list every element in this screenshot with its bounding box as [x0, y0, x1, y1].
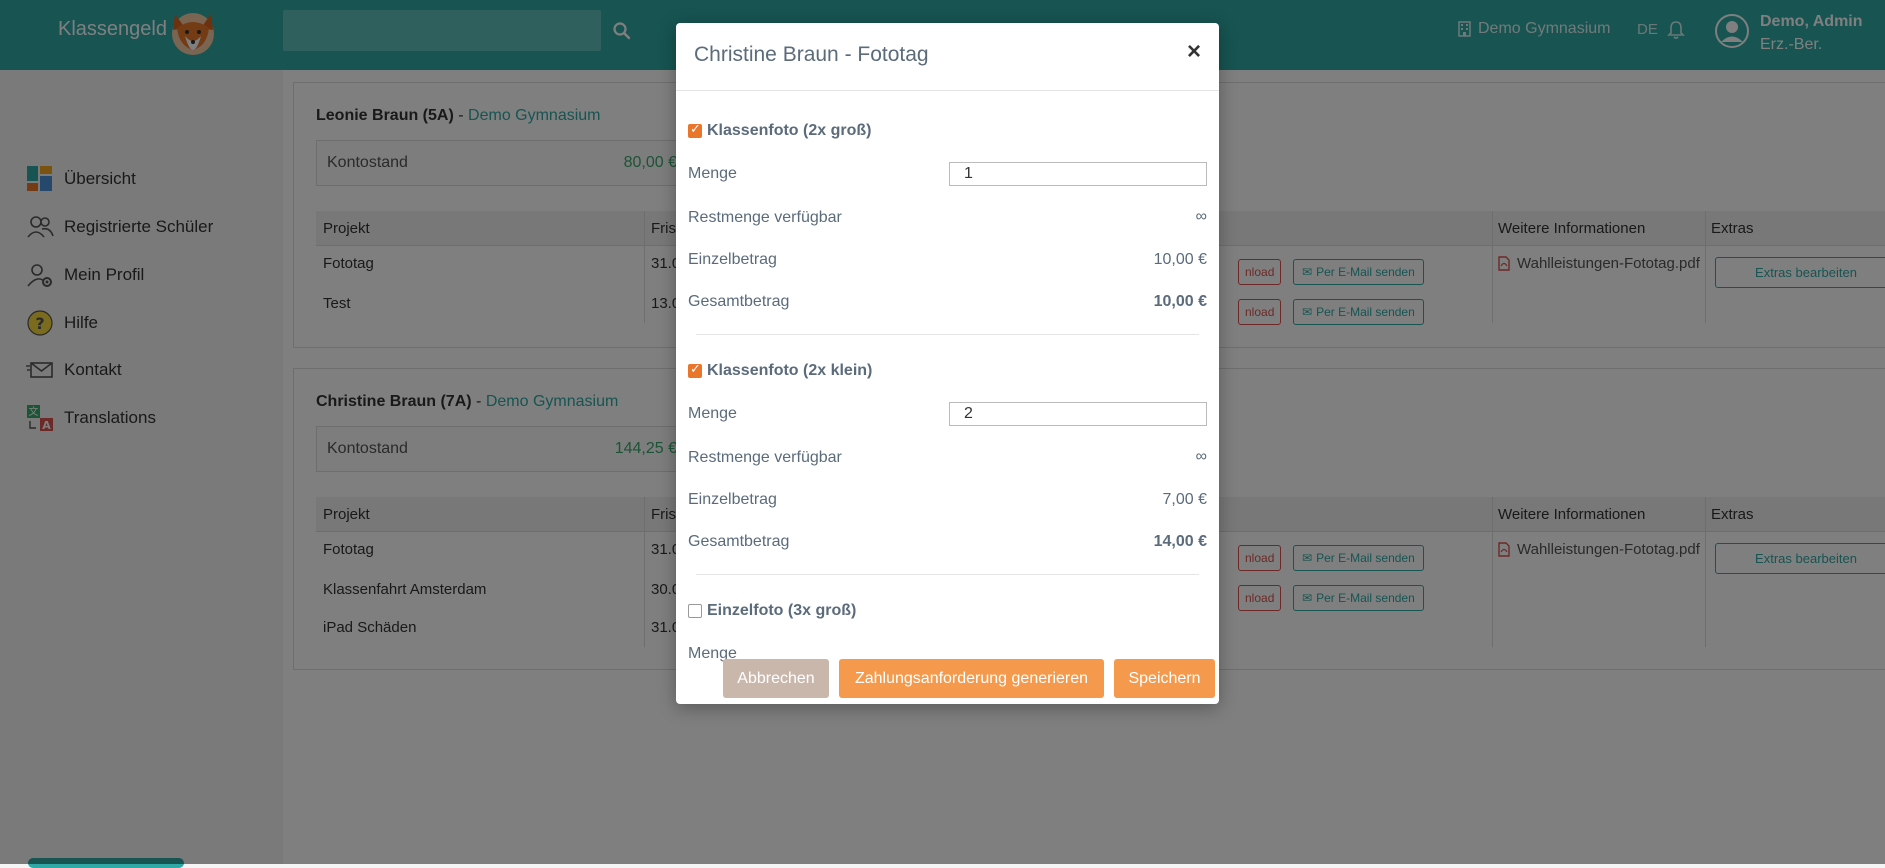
unit-price-value: 7,00 € — [1162, 491, 1207, 508]
save-button[interactable]: Speichern — [1114, 659, 1215, 698]
total-label: Gesamtbetrag — [688, 293, 790, 310]
option-klassenfoto-gross[interactable]: Klassenfoto (2x groß) — [688, 121, 872, 140]
modal-title: Christine Braun - Fototag — [694, 43, 929, 66]
cancel-button[interactable]: Abbrechen — [723, 659, 829, 698]
remaining-value: ∞ — [1195, 448, 1207, 465]
remaining-label: Restmenge verfügbar — [688, 449, 842, 466]
total-value: 14,00 € — [1153, 533, 1207, 550]
remaining-label: Restmenge verfügbar — [688, 209, 842, 226]
quantity-label: Menge — [688, 165, 737, 182]
option-title: Klassenfoto (2x klein) — [707, 362, 873, 379]
remaining-value: ∞ — [1195, 208, 1207, 225]
close-icon[interactable]: × — [1187, 38, 1201, 66]
option-title: Einzelfoto (3x groß) — [707, 602, 857, 619]
option-klassenfoto-klein[interactable]: Klassenfoto (2x klein) — [688, 361, 873, 380]
checkbox-checked[interactable] — [688, 121, 702, 138]
quantity-label: Menge — [688, 405, 737, 422]
checkbox-unchecked[interactable] — [688, 604, 702, 618]
generate-payment-request-button[interactable]: Zahlungsanforderung generieren — [839, 659, 1104, 698]
option-title: Klassenfoto (2x groß) — [707, 122, 872, 139]
total-value: 10,00 € — [1153, 293, 1207, 310]
checkbox-checked[interactable] — [688, 361, 702, 378]
option-einzelfoto-gross[interactable]: Einzelfoto (3x groß) — [688, 602, 856, 620]
total-label: Gesamtbetrag — [688, 533, 790, 550]
quantity-input[interactable]: 1 — [949, 162, 1207, 186]
extras-modal: Christine Braun - Fototag × Klassenfoto … — [676, 23, 1219, 704]
unit-price-value: 10,00 € — [1153, 251, 1207, 268]
unit-price-label: Einzelbetrag — [688, 491, 777, 508]
unit-price-label: Einzelbetrag — [688, 251, 777, 268]
quantity-input[interactable]: 2 — [949, 402, 1207, 426]
